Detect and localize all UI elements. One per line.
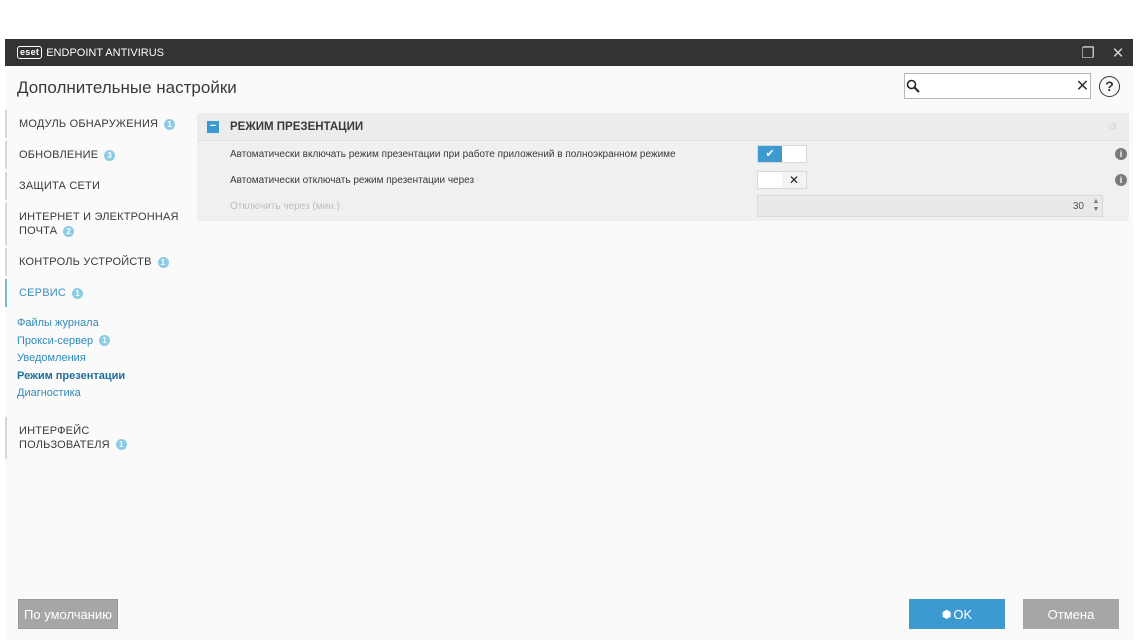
chevron-up-icon[interactable]: ▲ bbox=[1093, 198, 1100, 206]
sidebar-subitem-label: Режим презентации bbox=[17, 369, 126, 382]
tools-subnav: Файлы журнала Прокси-сервер 1 Уведомления… bbox=[5, 315, 190, 403]
header: Дополнительные настройки ✕ ? bbox=[5, 66, 1133, 110]
search-box: ✕ bbox=[904, 73, 1091, 99]
info-icon[interactable]: i bbox=[1115, 174, 1127, 186]
shield-icon: ⬢ bbox=[941, 608, 952, 621]
setting-label: Отключить через (мин.) bbox=[230, 200, 340, 212]
sidebar: МОДУЛЬ ОБНАРУЖЕНИЯ 1 ОБНОВЛЕНИЕ 3 ЗАЩИТА С… bbox=[5, 110, 190, 462]
sidebar-item-label-line1: ИНТЕРНЕТ И ЭЛЕКТРОННАЯ bbox=[19, 211, 179, 223]
notification-badge: 1 bbox=[115, 439, 127, 451]
sidebar-item-label-line2: ПОЧТА bbox=[19, 225, 58, 237]
panel-header[interactable]: − РЕЖИМ ПРЕЗЕНТАЦИИ ↺ bbox=[197, 113, 1129, 141]
sidebar-subitem-proxy-server[interactable]: Прокси-сервер 1 bbox=[17, 333, 190, 351]
sidebar-item-web-and-email[interactable]: ИНТЕРНЕТ И ЭЛЕКТРОННАЯ ПОЧТА 2 bbox=[5, 203, 190, 245]
sidebar-item-update[interactable]: ОБНОВЛЕНИЕ 3 bbox=[5, 141, 190, 169]
notification-badge: 1 bbox=[99, 335, 111, 347]
notification-badge: 1 bbox=[157, 256, 169, 268]
restore-window-icon[interactable]: ❐ bbox=[1073, 39, 1103, 66]
sidebar-item-network-protection[interactable]: ЗАЩИТА СЕТИ bbox=[5, 172, 190, 200]
default-button[interactable]: По умолчанию bbox=[18, 599, 118, 629]
panel-title: РЕЖИМ ПРЕЗЕНТАЦИИ bbox=[230, 120, 364, 133]
search-input[interactable] bbox=[920, 75, 1075, 97]
disable-after-minutes-stepper[interactable]: 30 ▲ ▼ bbox=[757, 195, 1103, 217]
setting-row-auto-enable: Автоматически включать режим презентации… bbox=[197, 141, 1129, 167]
chevron-down-icon[interactable]: ▼ bbox=[1093, 206, 1100, 214]
checkmark-icon: ✔ bbox=[758, 146, 782, 162]
sidebar-item-label: СЕРВИС bbox=[19, 287, 67, 299]
auto-enable-toggle[interactable]: ✔ bbox=[757, 145, 807, 163]
cancel-button[interactable]: Отмена bbox=[1023, 599, 1119, 629]
cross-icon: ✕ bbox=[782, 172, 806, 188]
notification-badge: 1 bbox=[72, 287, 84, 299]
title-bar: eset ENDPOINT ANTIVIRUS ❐ ✕ bbox=[5, 39, 1133, 66]
setting-label: Автоматически отключать режим презентаци… bbox=[230, 174, 475, 186]
sidebar-item-tools[interactable]: СЕРВИС 1 bbox=[5, 279, 190, 307]
search-icon[interactable] bbox=[905, 79, 920, 93]
sidebar-subitem-label: Файлы журнала bbox=[17, 317, 99, 329]
notification-badge: 2 bbox=[63, 225, 75, 237]
app-window: eset ENDPOINT ANTIVIRUS ❐ ✕ Дополнительн… bbox=[5, 39, 1133, 640]
eset-logo: eset ENDPOINT ANTIVIRUS bbox=[17, 46, 164, 59]
ok-button-label: OK bbox=[953, 606, 973, 622]
close-window-icon[interactable]: ✕ bbox=[1103, 39, 1133, 66]
clear-search-icon[interactable]: ✕ bbox=[1075, 76, 1090, 96]
sidebar-item-device-control[interactable]: КОНТРОЛЬ УСТРОЙСТВ 1 bbox=[5, 248, 190, 276]
notification-badge: 1 bbox=[164, 118, 176, 130]
sidebar-item-label: ОБНОВЛЕНИЕ bbox=[19, 149, 99, 161]
revert-icon[interactable]: ↺ bbox=[1109, 122, 1117, 133]
setting-row-disable-after: Отключить через (мин.) 30 ▲ ▼ bbox=[197, 193, 1129, 219]
help-icon[interactable]: ? bbox=[1099, 76, 1120, 97]
sidebar-item-label: ЗАЩИТА СЕТИ bbox=[19, 180, 101, 192]
collapse-icon[interactable]: − bbox=[207, 120, 219, 133]
page-title: Дополнительные настройки bbox=[17, 78, 237, 97]
sidebar-item-label: МОДУЛЬ ОБНАРУЖЕНИЯ bbox=[19, 118, 159, 130]
sidebar-subitem-label: Диагностика bbox=[17, 387, 81, 399]
sidebar-item-label-line1: ИНТЕРФЕЙС bbox=[19, 424, 90, 437]
presentation-mode-panel: − РЕЖИМ ПРЕЗЕНТАЦИИ ↺ Автоматически вклю… bbox=[197, 113, 1129, 221]
sidebar-subitem-notifications[interactable]: Уведомления bbox=[17, 350, 190, 368]
sidebar-item-label: КОНТРОЛЬ УСТРОЙСТВ bbox=[19, 256, 152, 268]
sidebar-item-user-interface[interactable]: ИНТЕРФЕЙС ПОЛЬЗОВАТЕЛЯ 1 bbox=[5, 416, 190, 459]
sidebar-subitem-label: Уведомления bbox=[17, 352, 86, 364]
info-icon[interactable]: i bbox=[1115, 148, 1127, 160]
stepper-value: 30 bbox=[1072, 200, 1084, 212]
auto-disable-toggle[interactable]: ✕ bbox=[757, 171, 807, 189]
setting-row-auto-disable: Автоматически отключать режим презентаци… bbox=[197, 167, 1129, 193]
sidebar-subitem-log-files[interactable]: Файлы журнала bbox=[17, 315, 190, 333]
sidebar-item-label-line2: ПОЛЬЗОВАТЕЛЯ bbox=[19, 438, 110, 451]
product-name: ENDPOINT ANTIVIRUS bbox=[46, 46, 164, 59]
sidebar-subitem-presentation-mode[interactable]: Режим презентации bbox=[17, 368, 190, 386]
sidebar-item-detection-module[interactable]: МОДУЛЬ ОБНАРУЖЕНИЯ 1 bbox=[5, 110, 190, 138]
stepper-arrows[interactable]: ▲ ▼ bbox=[1090, 198, 1102, 214]
notification-badge: 3 bbox=[104, 149, 116, 161]
ok-button[interactable]: ⬢ OK bbox=[909, 599, 1005, 629]
eset-logo-mark: eset bbox=[17, 46, 43, 59]
sidebar-subitem-label: Прокси-сервер bbox=[17, 334, 94, 347]
sidebar-subitem-diagnostics[interactable]: Диагностика bbox=[17, 385, 190, 403]
setting-label: Автоматически включать режим презентации… bbox=[230, 148, 676, 160]
